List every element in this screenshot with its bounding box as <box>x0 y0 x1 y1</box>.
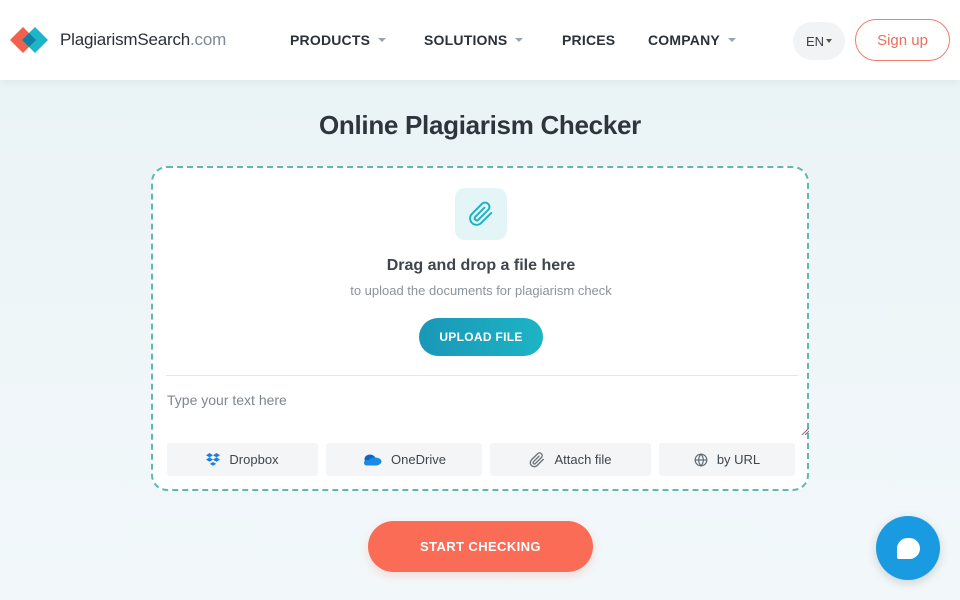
dropzone-subheading: to upload the documents for plagiarism c… <box>350 283 612 298</box>
dropbox-button[interactable]: Dropbox <box>167 443 318 476</box>
nav-solutions[interactable]: SOLUTIONS <box>424 32 524 48</box>
paperclip-icon <box>455 188 507 240</box>
globe-icon <box>694 452 708 467</box>
upload-dropzone[interactable]: Drag and drop a file here to upload the … <box>151 166 810 491</box>
divider <box>166 375 798 376</box>
onedrive-icon <box>364 454 382 466</box>
onedrive-label: OneDrive <box>391 452 446 467</box>
nav-products-label: PRODUCTS <box>290 32 371 48</box>
site-logo[interactable]: PlagiarismSearch.com <box>10 25 226 55</box>
text-input-placeholder: Type your text here <box>167 392 287 408</box>
chevron-down-icon <box>727 38 736 42</box>
chat-bubble-icon <box>896 537 920 559</box>
chevron-down-icon <box>826 39 833 43</box>
language-selector[interactable]: EN <box>793 22 845 60</box>
attach-file-label: Attach file <box>554 452 612 467</box>
nav-prices-label: PRICES <box>562 32 616 48</box>
nav-products[interactable]: PRODUCTS <box>290 32 387 48</box>
nav-company-label: COMPANY <box>648 32 720 48</box>
chevron-down-icon <box>515 38 524 42</box>
logo-domain: .com <box>190 30 227 49</box>
attach-file-button[interactable]: Attach file <box>490 443 651 476</box>
chat-widget-button[interactable] <box>876 516 940 580</box>
resize-handle-icon[interactable] <box>801 422 810 436</box>
paperclip-icon <box>530 451 545 467</box>
source-buttons: Dropbox OneDrive Attach file by URL <box>153 443 809 477</box>
text-input[interactable]: Type your text here <box>166 382 810 436</box>
by-url-button[interactable]: by URL <box>659 443 795 476</box>
chevron-down-icon <box>378 38 387 42</box>
by-url-label: by URL <box>716 452 761 467</box>
nav-prices[interactable]: PRICES <box>562 32 615 48</box>
dropbox-label: Dropbox <box>229 452 279 467</box>
logo-mark-icon <box>10 25 52 55</box>
logo-name: PlagiarismSearch <box>60 30 191 49</box>
onedrive-button[interactable]: OneDrive <box>326 443 482 476</box>
nav-company[interactable]: COMPANY <box>648 32 736 48</box>
dropzone-heading: Drag and drop a file here <box>386 257 576 274</box>
start-checking-button[interactable]: START CHECKING <box>368 521 593 572</box>
upload-file-button[interactable]: UPLOAD FILE <box>419 318 543 356</box>
dropbox-icon <box>206 453 221 466</box>
page-title: Online Plagiarism Checker <box>319 110 641 140</box>
logo-text: PlagiarismSearch.com <box>60 30 226 50</box>
nav-solutions-label: SOLUTIONS <box>424 32 508 48</box>
signup-button[interactable]: Sign up <box>855 19 950 61</box>
site-header: PlagiarismSearch.com PRODUCTS SOLUTIONS … <box>0 0 960 80</box>
language-label: EN <box>805 33 825 49</box>
